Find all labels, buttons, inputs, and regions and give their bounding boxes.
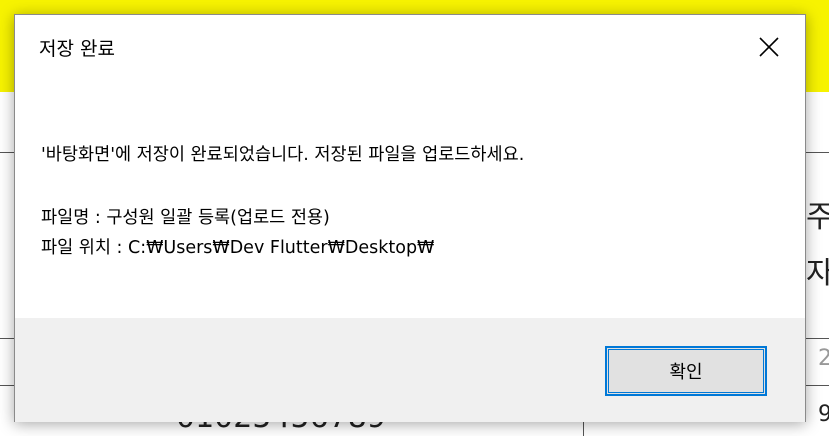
background-label: 자ㅇ <box>806 256 829 291</box>
save-complete-message: '바탕화면'에 저장이 완료되었습니다. 저장된 파일을 업로드하세요. <box>41 145 525 165</box>
save-complete-dialog: 저장 완료 '바탕화면'에 저장이 완료되었습니다. 저장된 파일을 업로드하세… <box>14 14 806 422</box>
close-button[interactable] <box>749 29 789 65</box>
background-label: 주ㄷ <box>806 200 829 235</box>
dialog-footer: 확인 <box>15 318 805 422</box>
ok-button[interactable]: 확인 <box>605 346 767 396</box>
dialog-title: 저장 완료 <box>39 38 115 60</box>
file-name-text: 파일명 : 구성원 일괄 등록(업로드 전용) <box>41 208 330 228</box>
background-cell: 2 <box>818 346 829 371</box>
file-location-text: 파일 위치 : C:₩Users₩Dev Flutter₩Desktop₩ <box>41 238 435 258</box>
close-icon <box>759 37 779 57</box>
background-cell: 9 <box>818 402 829 427</box>
